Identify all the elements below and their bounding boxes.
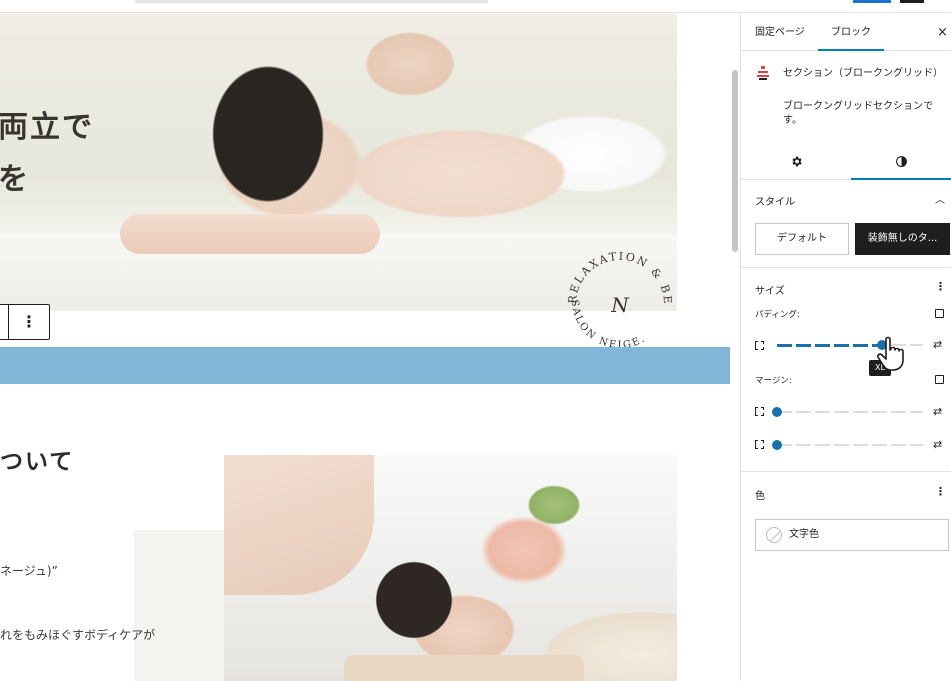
margin-top-slider-track[interactable] xyxy=(777,411,923,413)
command-bar[interactable] xyxy=(135,0,488,3)
therapist-hand xyxy=(224,455,374,595)
block-inspector-tabs xyxy=(741,144,951,180)
tab-page[interactable]: 固定ページ xyxy=(755,14,805,51)
hand-cursor-icon xyxy=(877,336,904,371)
more-options-icon[interactable]: ⋮ xyxy=(9,305,49,339)
block-settings-sidebar: 固定ページ ブロック × セクション（ブロークングリッド） ブロークングリッドセ… xyxy=(740,14,951,681)
decorative-background-box xyxy=(134,530,229,681)
text-color-label: 文字色 xyxy=(789,529,819,540)
padding-slider-fill xyxy=(777,343,883,347)
padding-label: パディング: xyxy=(755,310,800,320)
margin-bottom-custom-icon[interactable]: ⇄ xyxy=(933,438,942,451)
chevron-up-icon[interactable]: ︿ xyxy=(935,191,945,206)
more-options-icon[interactable]: ⋮ xyxy=(935,280,946,293)
unlink-sides-icon[interactable] xyxy=(935,375,944,384)
unlink-sides-icon[interactable] xyxy=(935,309,944,318)
save-button[interactable] xyxy=(853,0,891,3)
style-plain-button[interactable]: 装飾無しのタ... xyxy=(855,223,950,255)
padding-side-icon xyxy=(755,341,764,350)
hero-arm xyxy=(120,214,380,254)
tab-settings[interactable] xyxy=(746,144,846,180)
padding-custom-icon[interactable]: ⇄ xyxy=(933,338,942,351)
about-body-text[interactable]: ネージュ)” xyxy=(0,562,58,579)
canvas-scrollbar[interactable] xyxy=(730,14,740,681)
margin-top-slider-knob[interactable] xyxy=(772,407,782,417)
editor-canvas[interactable]: 両立で を RELAXATION & BEAUTY SALON NEIGE. N… xyxy=(0,14,730,681)
seal-bottom-text: SALON NEIGE. xyxy=(569,299,646,351)
size-panel: サイズ ⋮ パディング: ⇄ マージン: ⇄ ⇄ xyxy=(741,269,951,472)
section-band[interactable] xyxy=(0,347,730,384)
hero-heading[interactable]: 両立で を xyxy=(0,102,94,206)
style-panel-title[interactable]: スタイル xyxy=(755,193,795,208)
block-card: セクション（ブロークングリッド） ブロークングリッドセクションです。 xyxy=(741,52,951,132)
text-color-button[interactable]: 文字色 xyxy=(755,519,949,551)
tab-styles[interactable] xyxy=(851,144,951,180)
scrollbar-thumb[interactable] xyxy=(732,70,738,252)
hero-heading-line: を xyxy=(0,162,30,197)
color-panel-title: 色 xyxy=(755,491,765,502)
hero-heading-line: 両立で xyxy=(0,110,94,145)
color-panel: 色 ⋮ 文字色 xyxy=(741,473,951,583)
margin-bottom-side-icon xyxy=(755,440,764,449)
style-panel: スタイル ︿ デフォルト 装飾無しのタ... xyxy=(741,181,951,268)
margin-top-side-icon xyxy=(755,407,764,416)
close-icon[interactable]: × xyxy=(937,14,948,51)
margin-bottom-slider-track[interactable] xyxy=(777,444,923,446)
editor-top-bar xyxy=(0,0,951,13)
about-body-text[interactable]: れをもみほぐすボディケアが xyxy=(0,626,155,643)
empty-color-swatch-icon xyxy=(766,527,782,543)
sidebar-tabs: 固定ページ ブロック × xyxy=(741,14,951,51)
tab-block[interactable]: ブロック xyxy=(818,14,884,51)
about-heading[interactable]: ついて xyxy=(0,442,74,476)
photo-towel xyxy=(344,655,584,681)
contrast-icon xyxy=(895,156,907,167)
style-default-button[interactable]: デフォルト xyxy=(755,223,849,255)
margin-bottom-slider-knob[interactable] xyxy=(772,440,782,450)
margin-label: マージン: xyxy=(755,376,792,386)
block-toolbar: ⋮ xyxy=(0,304,50,340)
gear-icon xyxy=(791,156,802,167)
svg-text:SALON NEIGE.: SALON NEIGE. xyxy=(569,299,648,351)
block-title: セクション（ブロークングリッド） xyxy=(783,68,943,79)
block-description: ブロークングリッドセクションです。 xyxy=(783,101,933,126)
settings-toggle-button[interactable] xyxy=(900,0,924,3)
section-block-icon xyxy=(757,66,769,80)
seal-monogram: N xyxy=(610,293,630,317)
size-panel-title: サイズ xyxy=(755,286,785,297)
margin-top-custom-icon[interactable]: ⇄ xyxy=(933,405,942,418)
salon-seal-logo: RELAXATION & BEAUTY SALON NEIGE. N xyxy=(560,242,672,351)
facial-treatment-image[interactable] xyxy=(224,455,677,681)
more-options-icon[interactable]: ⋮ xyxy=(935,485,946,498)
